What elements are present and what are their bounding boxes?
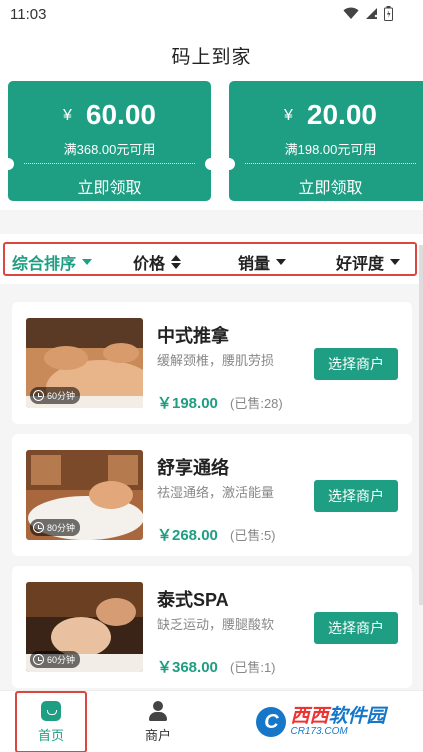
service-card[interactable]: 80分钟 舒享通络 祛湿通络，激活能量 ￥268.00 (已售:5) 选择商户 (12, 434, 412, 556)
claim-coupon-button[interactable]: 立即领取 (8, 174, 211, 198)
coupon-value: 60.00 (85, 99, 156, 130)
select-merchant-button[interactable]: 选择商户 (314, 612, 398, 644)
currency-symbol: ¥ (63, 107, 72, 124)
signal-icon (365, 7, 378, 24)
service-price: ￥368.00 (157, 659, 218, 676)
service-desc: 缺乏运动，腰腿酸软 (157, 617, 275, 632)
watermark-sub: CR173.COM (290, 726, 348, 737)
duration-badge: 60分钟 (30, 651, 81, 668)
coupon-strip[interactable]: ¥60.00 满368.00元可用 立即领取 ¥20.00 满198.00元可用… (0, 76, 423, 210)
caret-down-icon (276, 259, 287, 265)
currency-symbol: ¥ (284, 107, 293, 124)
user-icon (148, 700, 168, 721)
duration-label: 60分钟 (47, 391, 76, 401)
caret-down-icon (390, 259, 401, 265)
coupon-notch (2, 158, 14, 170)
claim-coupon-button[interactable]: 立即领取 (229, 174, 423, 198)
service-name: 泰式SPA (157, 590, 229, 610)
coupon-divider (245, 163, 416, 164)
duration-badge: 60分钟 (30, 387, 81, 404)
app-header: 码上到家 (0, 30, 423, 76)
sort-updown-icon (171, 255, 182, 269)
service-price: ￥198.00 (157, 395, 218, 412)
sort-label: 价格 (133, 256, 166, 273)
service-name: 舒享通络 (157, 458, 229, 478)
sort-label: 销量 (238, 256, 271, 273)
battery-icon (384, 6, 393, 25)
coupon-amount: ¥20.00 (229, 99, 423, 131)
watermark-text-b: 软件园 (328, 706, 386, 727)
service-price: ￥268.00 (157, 527, 218, 544)
coupon-notch (223, 158, 235, 170)
watermark-logo-mark: C (256, 707, 287, 737)
status-icons (343, 6, 393, 25)
page-title: 码上到家 (171, 47, 252, 68)
sort-comprehensive[interactable]: 综合排序 (12, 250, 93, 274)
coupon-value: 20.00 (306, 99, 377, 130)
clock-icon (33, 654, 44, 665)
service-sold: (已售:1) (230, 660, 276, 675)
coupon-condition: 满368.00元可用 (63, 142, 156, 157)
service-desc: 缓解颈椎，腰肌劳损 (157, 353, 275, 368)
duration-badge: 80分钟 (30, 519, 81, 536)
scrollbar[interactable] (419, 245, 423, 605)
duration-label: 80分钟 (47, 523, 76, 533)
coupon-divider (24, 163, 195, 164)
watermark-logo: C 西西软件园 CR173.COM (256, 706, 386, 737)
sort-label: 好评度 (336, 256, 385, 273)
wifi-icon (343, 7, 359, 24)
clock-icon (33, 390, 44, 401)
clock-icon (33, 522, 44, 533)
status-bar: 11:03 (0, 0, 423, 30)
sort-price[interactable]: 价格 (133, 250, 182, 274)
sort-label: 综合排序 (12, 256, 77, 273)
service-thumbnail: 80分钟 (26, 450, 143, 540)
service-desc: 祛湿通络，激活能量 (157, 485, 275, 500)
service-sold: (已售:5) (230, 528, 276, 543)
select-merchant-button[interactable]: 选择商户 (314, 348, 398, 380)
tab-merchant[interactable]: 商户 (120, 691, 196, 752)
coupon-amount: ¥60.00 (8, 99, 211, 131)
sort-bar: 综合排序 价格 销量 好评度 (0, 234, 423, 284)
home-icon (41, 700, 61, 721)
coupon-card: ¥60.00 满368.00元可用 立即领取 (2, 81, 217, 201)
service-thumbnail: 60分钟 (26, 582, 143, 672)
service-thumbnail: 60分钟 (26, 318, 143, 408)
service-card[interactable]: 60分钟 中式推拿 缓解颈椎，腰肌劳损 ￥198.00 (已售:28) 选择商户 (12, 302, 412, 424)
sort-rating[interactable]: 好评度 (336, 250, 401, 274)
tab-label: 商户 (144, 727, 171, 743)
coupon-notch (205, 158, 217, 170)
coupon-card: ¥20.00 满198.00元可用 立即领取 (223, 81, 423, 201)
service-sold: (已售:28) (230, 396, 283, 411)
status-time: 11:03 (10, 6, 47, 23)
watermark-text-a: 西西 (290, 706, 329, 727)
service-name: 中式推拿 (157, 326, 229, 346)
tab-label: 首页 (37, 727, 64, 743)
select-merchant-button[interactable]: 选择商户 (314, 480, 398, 512)
service-card[interactable]: 60分钟 泰式SPA 缺乏运动，腰腿酸软 ￥368.00 (已售:1) 选择商户 (12, 566, 412, 688)
caret-down-icon (82, 259, 93, 265)
sort-sales[interactable]: 销量 (238, 250, 287, 274)
tab-home[interactable]: 首页 (15, 691, 87, 752)
coupon-condition: 满198.00元可用 (284, 142, 377, 157)
bottom-tab-bar: 首页 商户 C 西西软件园 CR173.COM (0, 690, 423, 752)
duration-label: 60分钟 (47, 655, 76, 665)
watermark-overlay: C 西西软件园 CR173.COM (226, 691, 416, 752)
